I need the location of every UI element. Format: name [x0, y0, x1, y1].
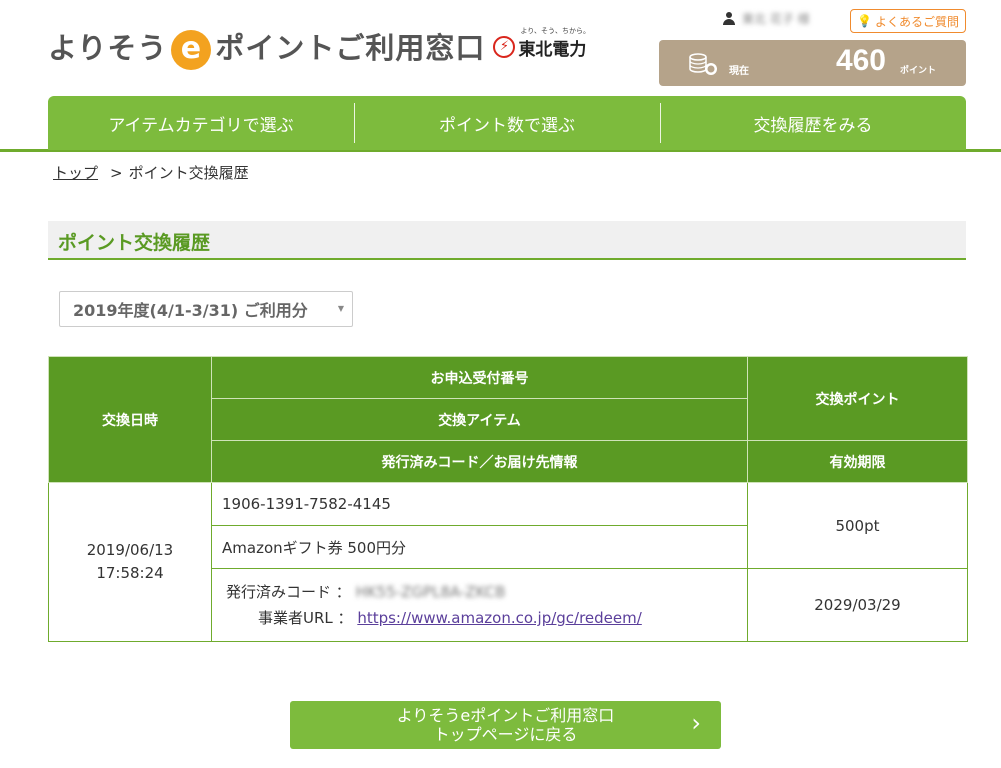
merchant-url-label: 事業者URL ：: [258, 609, 353, 627]
year-select[interactable]: 2019年度(4/1-3/31) ご利用分 ▼: [59, 291, 353, 327]
site-logo[interactable]: よりそう e ポイントご利用窓口 ⚡ より、そう、ちから。東北電力: [48, 22, 590, 72]
exchange-date: 2019/06/13: [86, 541, 174, 559]
company-tagline: より、そう、ちから。: [520, 26, 591, 35]
cell-expiry: 2029/03/29: [747, 568, 968, 642]
cell-item: Amazonギフト券 500円分: [211, 525, 748, 569]
table-row: 2019/06/13 17:58:24 1906-1391-7582-4145 …: [48, 482, 968, 642]
page-title-bar: ポイント交換履歴: [48, 221, 966, 260]
header-date: 交換日時: [48, 356, 212, 483]
year-select-value: 2019年度(4/1-3/31) ご利用分: [73, 301, 308, 320]
back-to-top-button[interactable]: よりそうeポイントご利用窓口 トップページに戻る ›: [290, 701, 721, 749]
company-logo: ⚡ より、そう、ちから。東北電力: [493, 27, 590, 60]
breadcrumb: トップ > ポイント交換履歴: [53, 162, 249, 183]
exchange-history-table: 交換日時 お申込受付番号 交換ポイント 交換アイテム 発行済みコード／お届け先情…: [48, 356, 968, 642]
header-expiry: 有効期限: [747, 440, 968, 483]
back-button-line1: よりそうeポイントご利用窓口: [396, 706, 615, 725]
main-nav: アイテムカテゴリで選ぶ ポイント数で選ぶ 交換履歴をみる: [48, 96, 966, 150]
dropdown-arrow-icon: ▼: [337, 304, 344, 313]
exchange-time: 17:58:24: [96, 564, 164, 582]
user-name: 東北 花子 様: [742, 12, 810, 26]
back-button-line2: トップページに戻る: [433, 725, 578, 744]
points-label: 現在: [729, 66, 749, 77]
header-order-no: お申込受付番号: [211, 356, 748, 399]
logo-text: よりそう e ポイントご利用窓口: [48, 25, 485, 70]
points-balance: 現在 460 ポイント: [659, 40, 966, 86]
issued-code-label: 発行済みコード ：: [226, 583, 351, 601]
merchant-url-line: 事業者URL ： https://www.amazon.co.jp/gc/red…: [226, 605, 747, 631]
breadcrumb-current: ポイント交換履歴: [128, 164, 249, 182]
chevron-right-icon: ›: [691, 709, 701, 737]
faq-button[interactable]: 💡 よくあるご質問: [850, 9, 966, 33]
issued-code-value: HK55-ZGPL8A-ZKCB: [355, 583, 506, 601]
cell-points: 500pt: [747, 482, 968, 569]
faq-label: よくあるご質問: [874, 14, 959, 29]
breadcrumb-separator: >: [110, 164, 123, 182]
nav-item-history[interactable]: 交換履歴をみる: [660, 96, 966, 150]
nav-item-category[interactable]: アイテムカテゴリで選ぶ: [48, 96, 354, 150]
lightbulb-icon: 💡: [857, 14, 872, 28]
points-unit: ポイント: [899, 66, 936, 76]
cell-code-info: 発行済みコード ： HK55-ZGPL8A-ZKCB 事業者URL ： http…: [211, 568, 748, 642]
user-info: 東北 花子 様: [722, 10, 842, 27]
company-name: 東北電力: [518, 39, 587, 60]
breadcrumb-home-link[interactable]: トップ: [53, 164, 98, 182]
cell-date: 2019/06/13 17:58:24: [48, 482, 212, 642]
header-item: 交換アイテム: [211, 398, 748, 441]
points-value: 460: [835, 44, 886, 77]
user-icon: [722, 11, 736, 26]
issued-code-line: 発行済みコード ： HK55-ZGPL8A-ZKCB: [226, 579, 747, 605]
cell-order-no: 1906-1391-7582-4145: [211, 482, 748, 526]
nav-item-points[interactable]: ポイント数で選ぶ: [354, 96, 660, 150]
coin-icon: [689, 53, 717, 75]
lightning-icon: ⚡: [493, 36, 516, 58]
merchant-url-link[interactable]: https://www.amazon.co.jp/gc/redeem/: [357, 609, 642, 627]
page-title: ポイント交換履歴: [58, 232, 211, 254]
header-code-info: 発行済みコード／お届け先情報: [211, 440, 748, 483]
logo-e-mark: e: [171, 29, 212, 70]
header-points: 交換ポイント: [747, 356, 968, 441]
